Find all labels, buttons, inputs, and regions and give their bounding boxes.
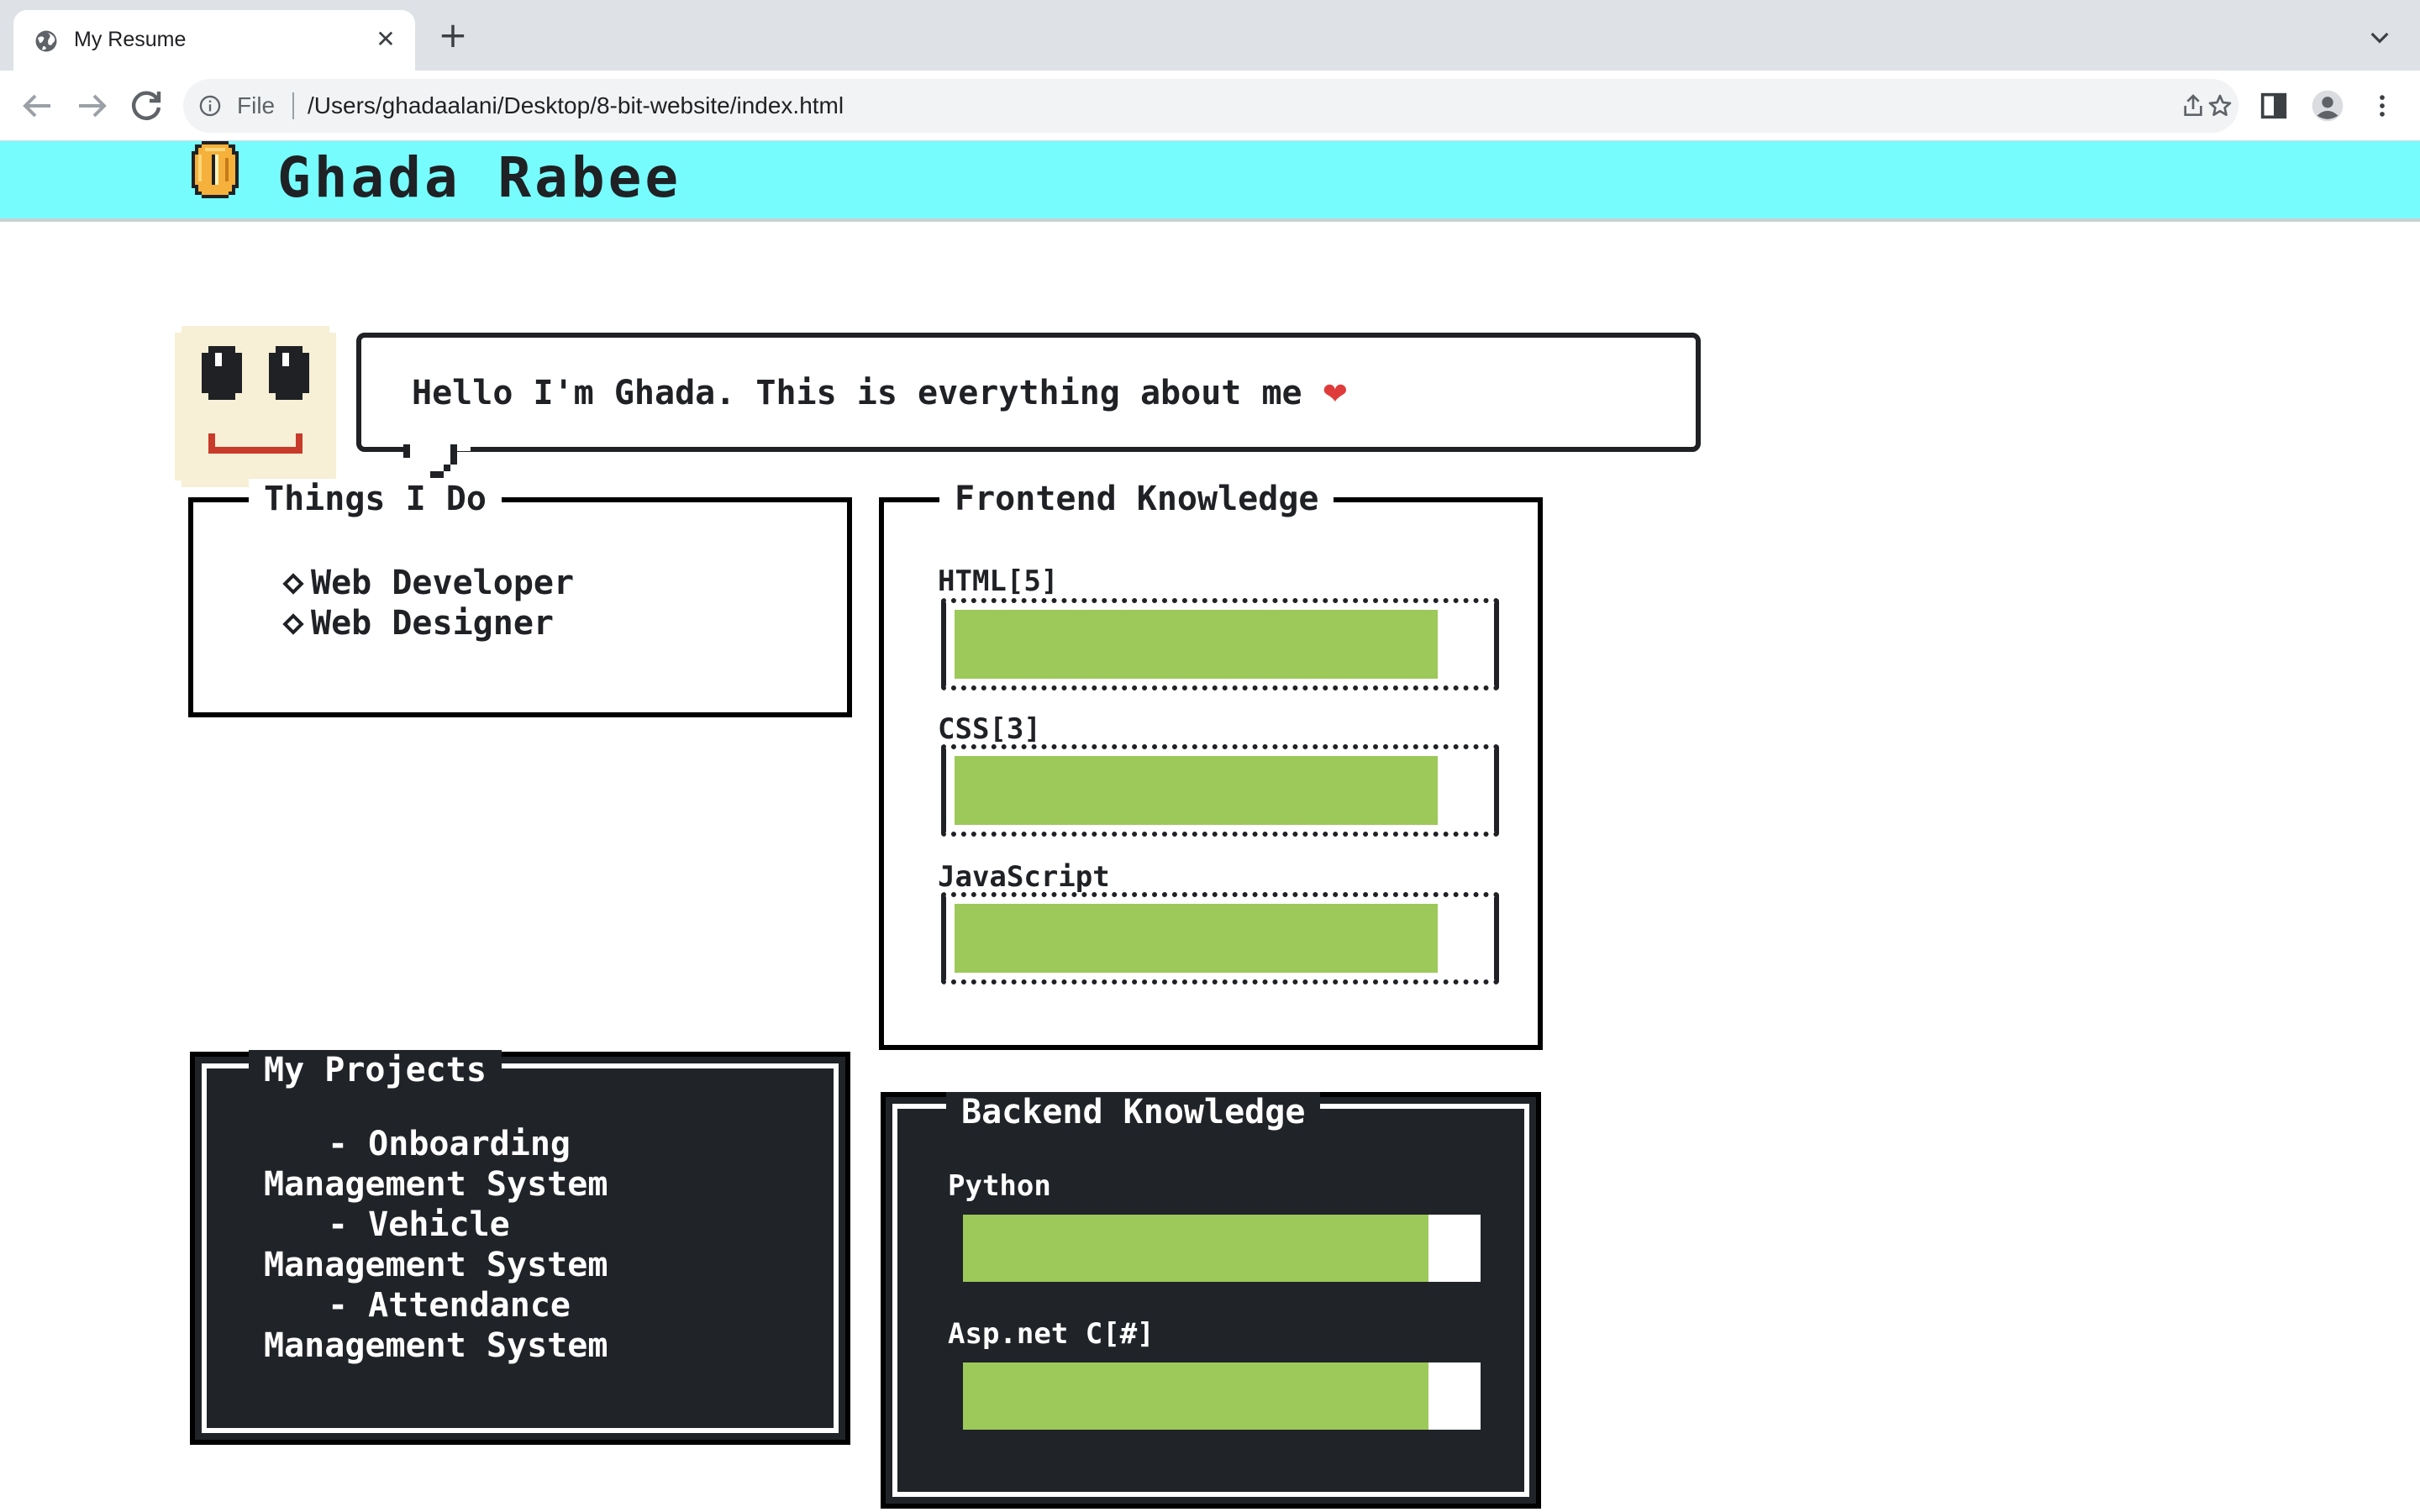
skill-bar-html	[941, 598, 1499, 690]
things-list: Web Developer Web Designer	[282, 563, 575, 643]
project-item-line: - Vehicle	[328, 1205, 510, 1244]
panel-inner-border	[892, 1104, 1529, 1497]
skill-bar-aspnet	[963, 1362, 1481, 1430]
site-title: Ghada Rabee	[277, 145, 682, 210]
skill-label-javascript: JavaScript	[938, 860, 1110, 894]
greeting-message: Hello I'm Ghada. This is everything abou…	[412, 374, 1302, 412]
address-bar[interactable]: File /Users/ghadaalani/Desktop/8-bit-web…	[183, 79, 2238, 133]
gold-coin-icon	[192, 141, 239, 198]
diamond-bullet-icon	[282, 573, 304, 595]
kebab-menu-icon[interactable]	[2368, 89, 2396, 123]
url-text[interactable]: /Users/ghadaalani/Desktop/8-bit-website/…	[308, 91, 844, 121]
new-tab-plus-icon[interactable]: +	[435, 18, 471, 54]
skill-bar-python	[963, 1215, 1481, 1282]
backend-title: Backend Knowledge	[946, 1092, 1321, 1132]
things-i-do-title: Things I Do	[249, 479, 502, 519]
bookmark-star-icon[interactable]	[2207, 92, 2233, 119]
heart-icon: ❤	[1322, 377, 1348, 412]
list-item: Web Developer	[282, 563, 575, 603]
projects-title: My Projects	[249, 1050, 502, 1090]
skill-bar-fill	[955, 756, 1438, 825]
frontend-knowledge-panel: Frontend Knowledge HTML[5] CSS[3] JavaSc…	[879, 479, 1543, 1050]
file-scheme-label: File	[237, 92, 276, 118]
project-item: - Attendance Management System	[264, 1285, 608, 1366]
close-icon[interactable]: ✕	[371, 25, 400, 54]
project-item: - Onboarding Management System	[264, 1124, 608, 1205]
back-arrow-icon[interactable]	[17, 86, 57, 126]
things-i-do-panel: Things I Do Web Developer Web Designer	[188, 479, 852, 717]
skill-bar-css	[941, 744, 1499, 837]
backend-knowledge-panel: Backend Knowledge Python Asp.net C[#]	[881, 1092, 1541, 1509]
skill-bar-fill	[963, 1362, 1428, 1430]
tab-my-resume[interactable]: My Resume ✕	[13, 10, 415, 71]
skill-label-aspnet: Asp.net C[#]	[948, 1317, 1155, 1351]
skill-bar-fill	[955, 904, 1438, 973]
chevron-down-icon[interactable]	[2366, 24, 2393, 50]
browser-toolbar: File /Users/ghadaalani/Desktop/8-bit-web…	[0, 71, 2420, 141]
globe-icon	[35, 30, 57, 52]
skill-label-python: Python	[948, 1169, 1051, 1203]
list-item-label: Web Designer	[311, 604, 554, 643]
list-item-label: Web Developer	[311, 564, 575, 602]
reload-icon[interactable]	[126, 86, 166, 126]
project-item: - Vehicle Management System	[264, 1205, 608, 1285]
skill-label-html: HTML[5]	[938, 564, 1059, 598]
project-item-line: - Attendance	[328, 1286, 571, 1325]
separator	[292, 92, 294, 119]
project-item-line: Management System	[264, 1246, 608, 1284]
diamond-bullet-icon	[282, 613, 304, 635]
skill-bar-fill	[963, 1215, 1428, 1282]
greeting-text: Hello I'm Ghada. This is everything abou…	[412, 373, 1348, 415]
project-item-line: - Onboarding	[328, 1125, 571, 1163]
skill-bar-javascript	[941, 892, 1499, 984]
info-icon[interactable]	[198, 94, 222, 118]
my-projects-panel: My Projects - Onboarding Management Syste…	[190, 1050, 850, 1445]
skill-label-css: CSS[3]	[938, 712, 1041, 746]
skill-bar-fill	[955, 610, 1438, 679]
smiley-avatar	[175, 326, 336, 487]
projects-list: - Onboarding Management System - Vehicle Ma…	[264, 1124, 608, 1366]
speech-bubble: Hello I'm Ghada. This is everything abou…	[356, 333, 1701, 452]
side-panel-icon[interactable]	[2257, 89, 2291, 123]
forward-arrow-icon[interactable]	[72, 86, 113, 126]
project-item-line: Management System	[264, 1326, 608, 1365]
tab-strip: My Resume ✕ +	[0, 0, 2420, 71]
list-item: Web Designer	[282, 603, 574, 643]
frontend-title: Frontend Knowledge	[939, 479, 1334, 519]
site-header: Ghada Rabee	[0, 141, 2420, 222]
tab-title: My Resume	[74, 28, 187, 51]
project-item-line: Management System	[264, 1165, 608, 1204]
profile-avatar-icon[interactable]	[2311, 89, 2344, 123]
share-icon[interactable]	[2180, 92, 2207, 119]
